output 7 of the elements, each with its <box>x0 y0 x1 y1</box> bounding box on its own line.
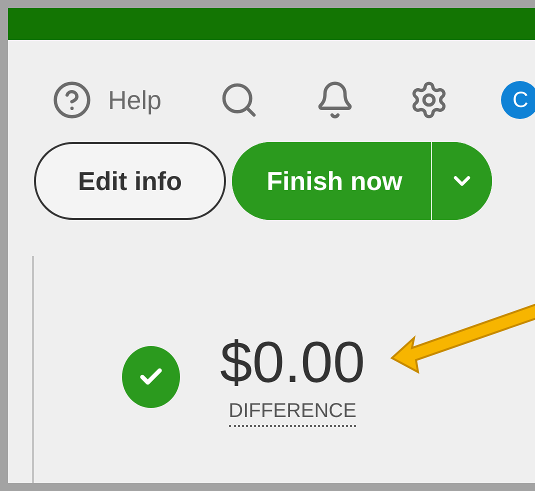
edit-info-button[interactable]: Edit info <box>34 142 226 220</box>
avatar[interactable]: C <box>501 81 535 119</box>
difference-label: DIFFERENCE <box>228 400 356 427</box>
difference-amount: $0.00 <box>220 334 366 392</box>
finish-now-button[interactable]: Finish now <box>232 142 432 220</box>
help-button[interactable]: Help <box>52 80 162 120</box>
help-icon <box>52 80 92 120</box>
